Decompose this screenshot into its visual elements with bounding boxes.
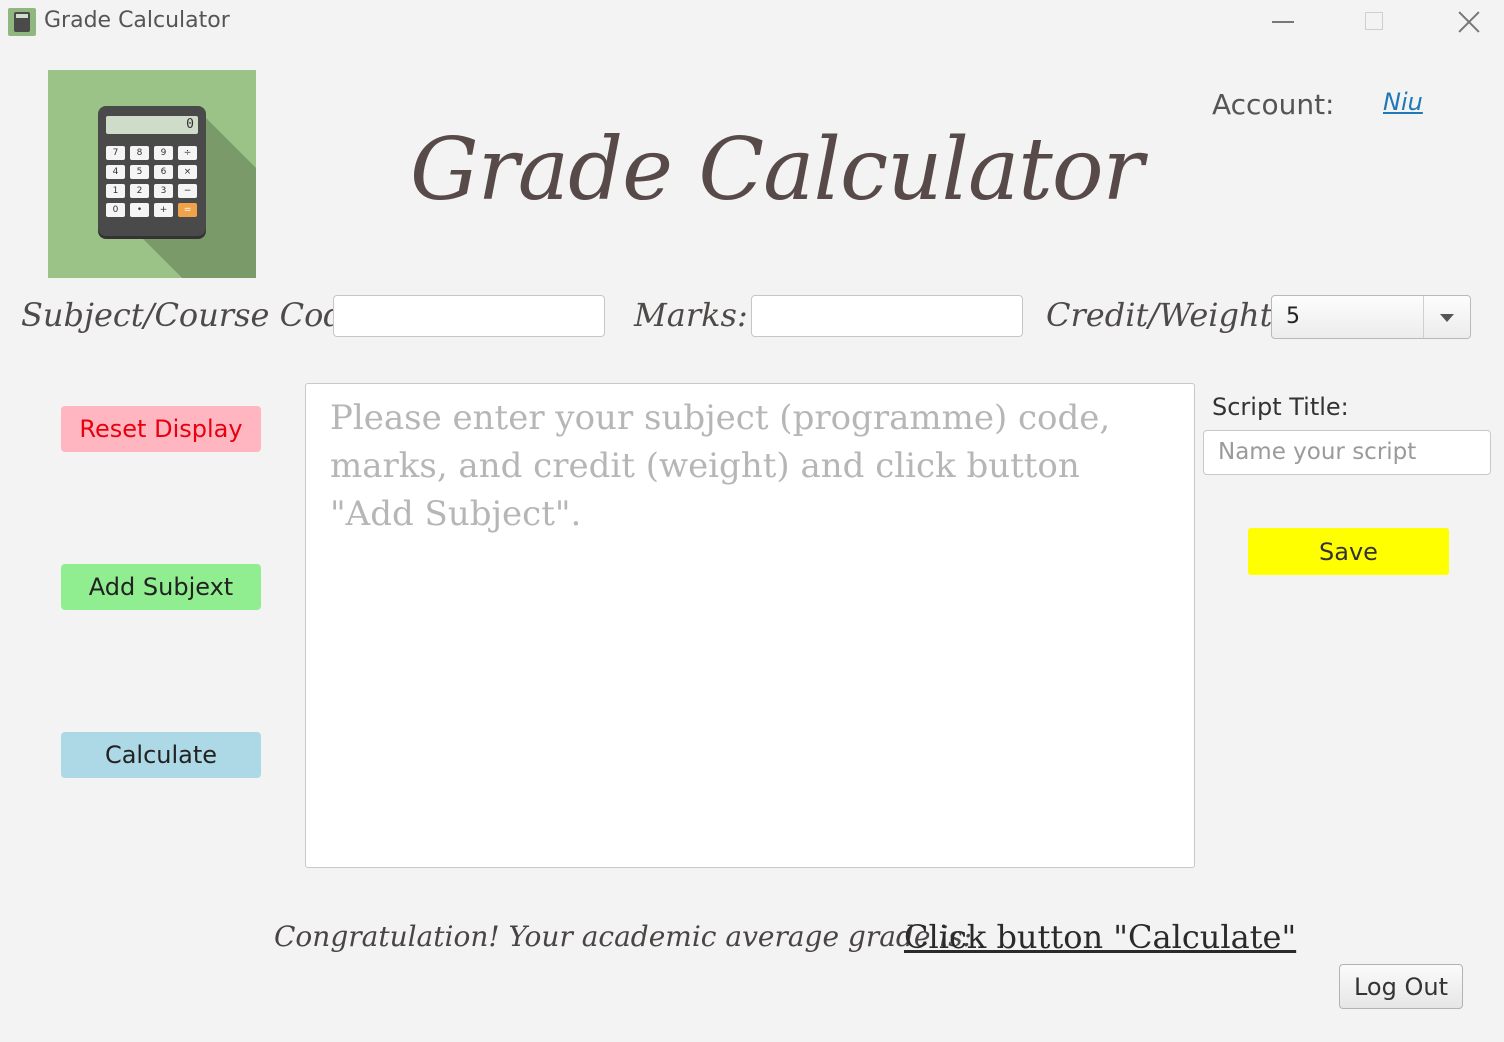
results-display[interactable]: Please enter your subject (programme) co… [305,383,1195,868]
calc-key: 1 [106,184,125,198]
window-title: Grade Calculator [44,8,230,33]
calc-key: + [154,203,173,217]
calculator-icon [8,8,36,36]
calc-key: 5 [130,165,149,179]
calc-key: ÷ [178,146,197,160]
chevron-down-icon[interactable] [1423,296,1470,338]
add-subject-button[interactable]: Add Subjext [61,564,261,610]
calc-key: 0 [106,203,125,217]
app-logo: 0 7 8 9 ÷ 4 5 6 × 1 2 3−0 • + = [48,70,256,278]
subject-code-label: Subject/Course Code: [21,296,374,334]
close-icon[interactable] [1444,0,1490,44]
calculate-button[interactable]: Calculate [61,732,261,778]
logout-button[interactable]: Log Out [1339,964,1463,1009]
save-button[interactable]: Save [1248,528,1449,575]
calc-key: 3 [154,184,173,198]
credit-weight-select[interactable]: 5 [1271,295,1471,339]
credit-weight-label: Credit/Weight: [1046,296,1284,334]
page-title: Grade Calculator [410,120,1144,220]
average-grade-result: Click button "Calculate" [904,918,1297,956]
account-label: Account: [1212,88,1335,121]
script-title-placeholder: Name your script [1218,439,1417,465]
marks-label: Marks: [634,296,748,334]
calc-key: 4 [106,165,125,179]
script-title-label: Script Title: [1212,393,1349,421]
calc-key: × [178,165,197,179]
script-title-input[interactable]: Name your script [1203,430,1491,475]
calc-key: 7 [106,146,125,160]
calc-key: 2 [130,184,149,198]
account-link[interactable]: Niu [1383,88,1423,116]
reset-display-button[interactable]: Reset Display [61,406,261,452]
display-placeholder: Please enter your subject (programme) co… [330,398,1111,534]
calc-key: 8 [130,146,149,160]
calculator-icon: 0 7 8 9 ÷ 4 5 6 × 1 2 3−0 • + = [98,106,206,236]
calc-key: 9 [154,146,173,160]
calc-key: 6 [154,165,173,179]
maximize-icon[interactable] [1352,0,1398,44]
average-grade-label: Congratulation! Your academic average gr… [274,920,973,953]
marks-input[interactable] [751,295,1023,337]
calc-key: − [178,184,197,198]
credit-weight-value: 5 [1286,304,1300,329]
calc-key: • [130,203,149,217]
subject-code-input[interactable] [333,295,605,337]
calc-key: = [178,203,197,217]
minimize-icon[interactable] [1260,0,1306,44]
